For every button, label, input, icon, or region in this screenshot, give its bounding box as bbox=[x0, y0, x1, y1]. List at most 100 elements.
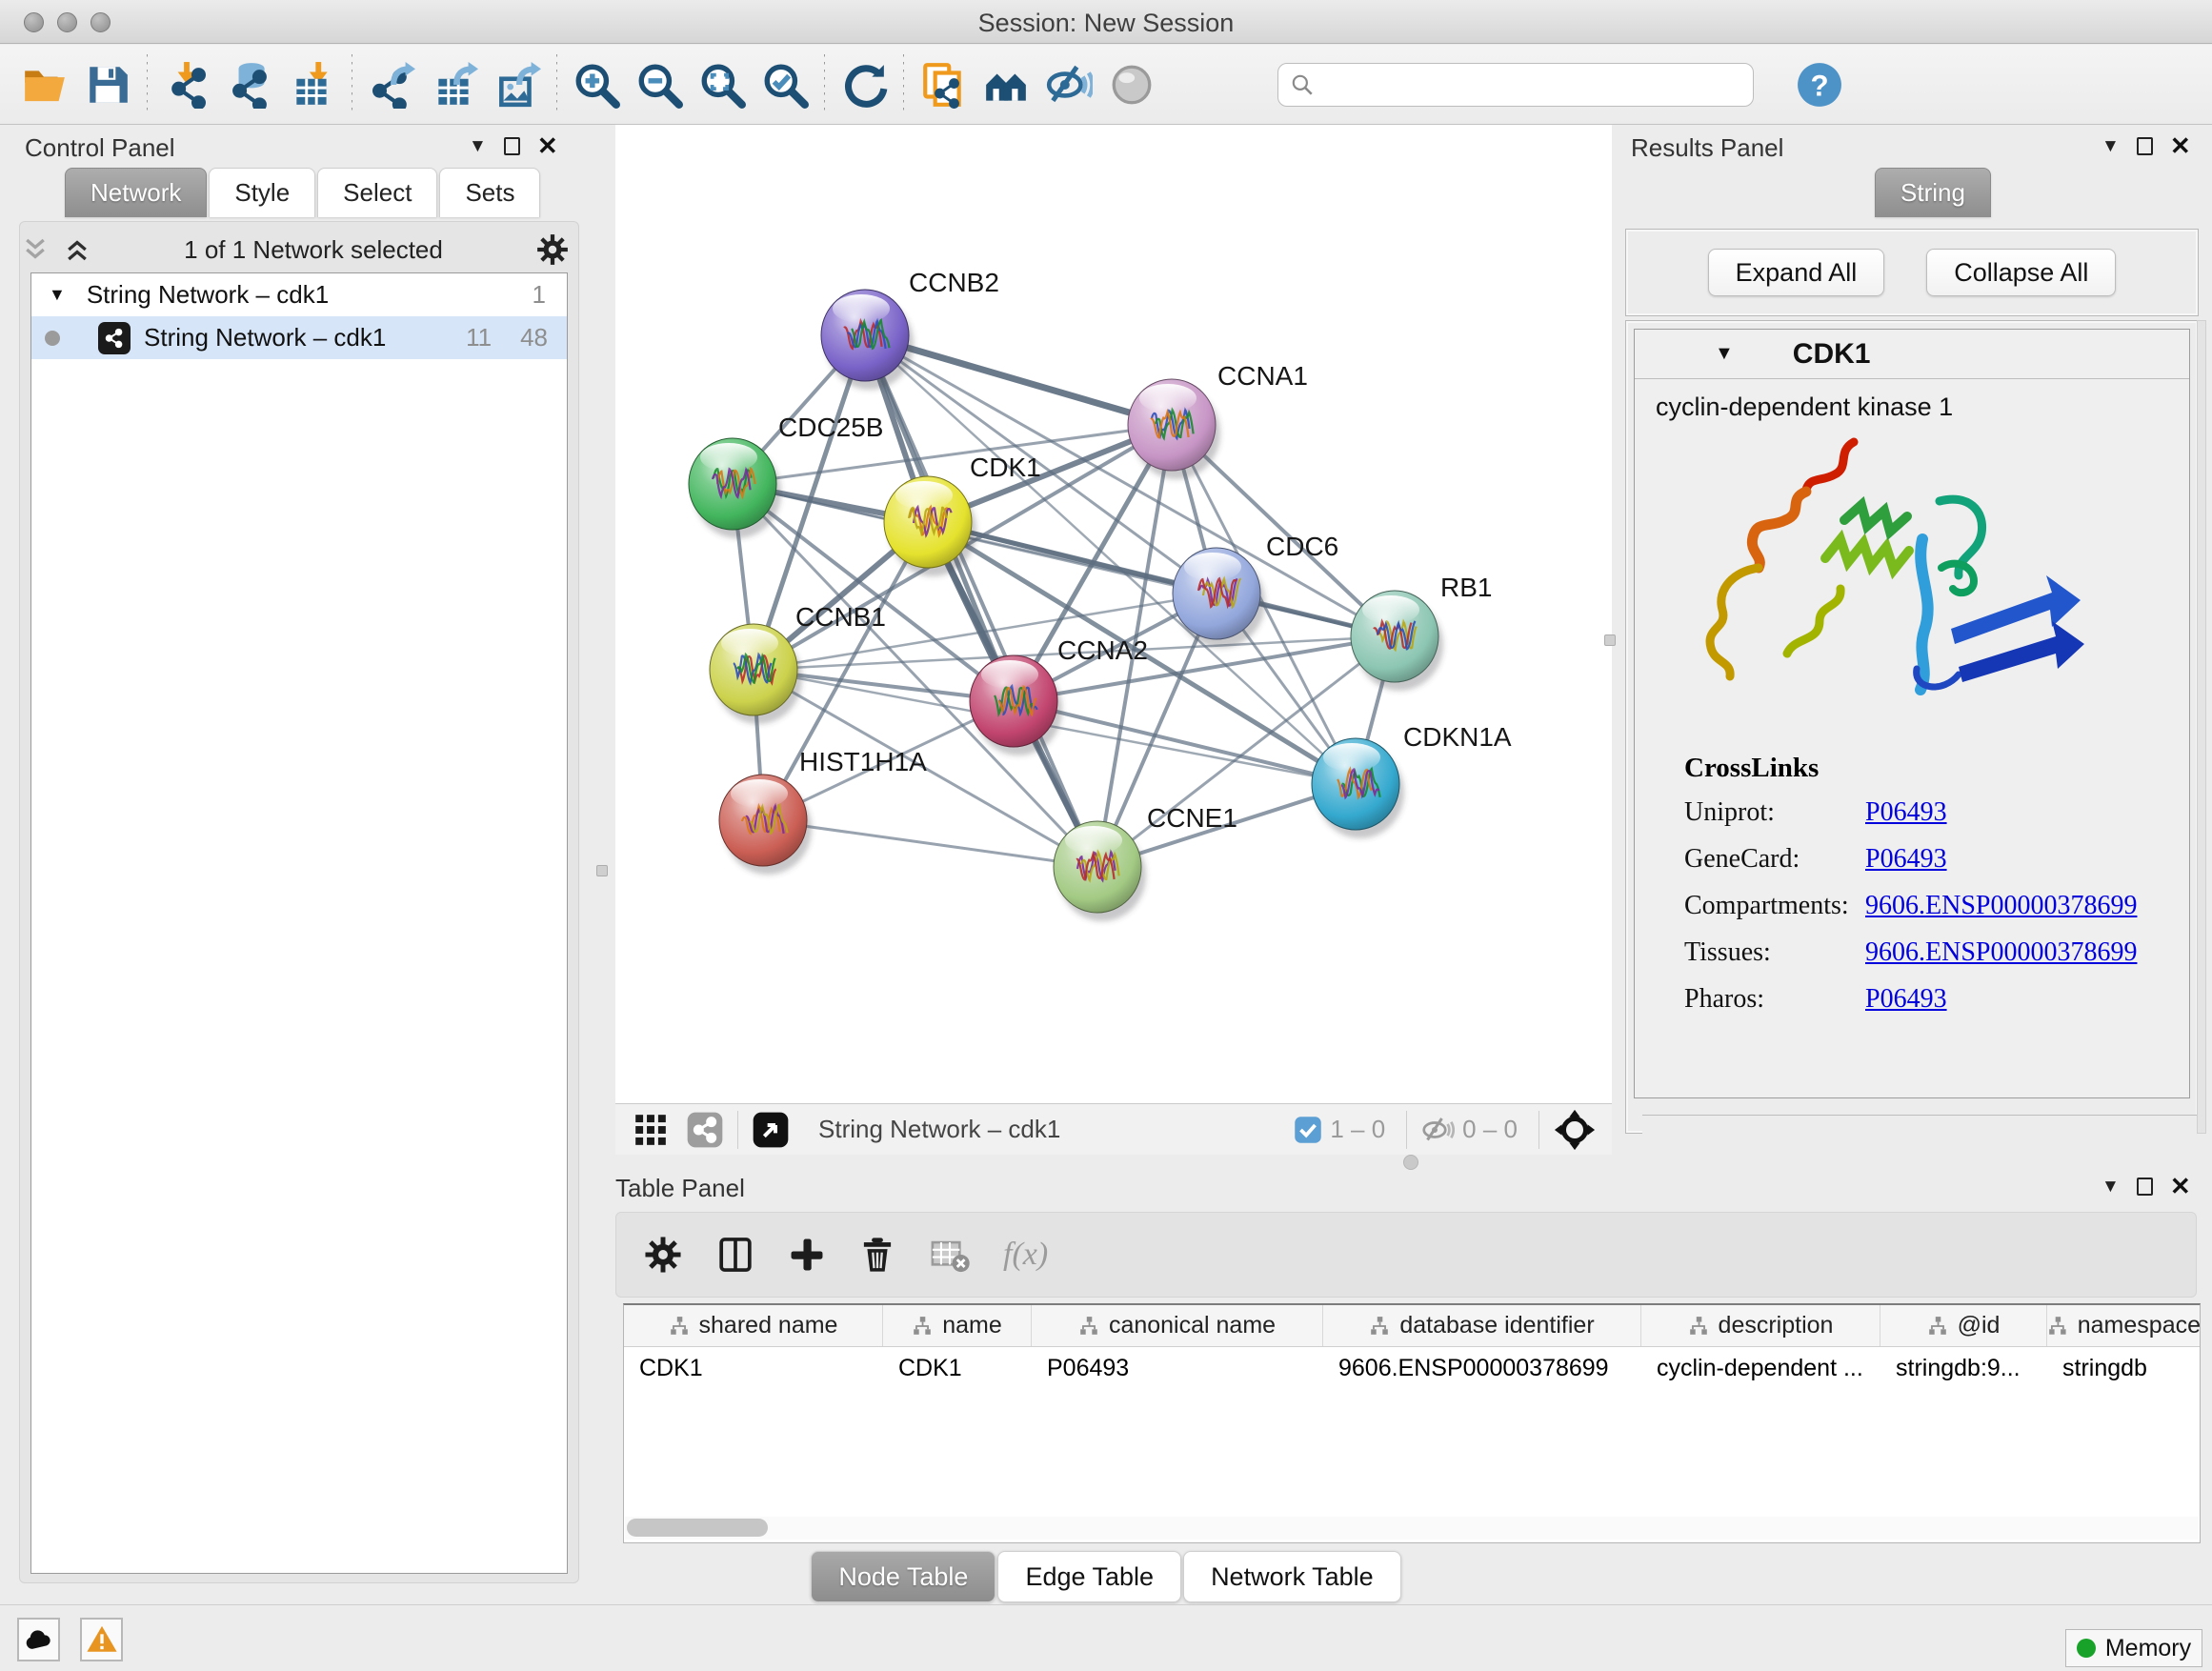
birdseye-view-button[interactable] bbox=[1100, 51, 1163, 118]
results-panel-float-icon[interactable] bbox=[2137, 137, 2153, 155]
collapse-all-chevron-icon[interactable] bbox=[21, 235, 50, 264]
tab-edge-table[interactable]: Edge Table bbox=[997, 1551, 1181, 1602]
selected-checkbox-icon[interactable] bbox=[1294, 1116, 1322, 1144]
tab-network-table[interactable]: Network Table bbox=[1183, 1551, 1401, 1602]
grid-view-icon[interactable] bbox=[633, 1112, 669, 1148]
help-button[interactable]: ? bbox=[1788, 51, 1851, 118]
table-horizontal-scrollbar[interactable] bbox=[625, 1517, 2199, 1540]
crosslink-link[interactable]: 9606.ENSP00000378699 bbox=[1865, 937, 2137, 968]
collapse-all-button[interactable]: Collapse All bbox=[1926, 249, 2116, 296]
scrollbar-thumb[interactable] bbox=[627, 1519, 768, 1537]
column-header-description[interactable]: description bbox=[1641, 1305, 1880, 1346]
string-home-icon bbox=[982, 61, 1030, 109]
column-header-canonicalname[interactable]: canonical name bbox=[1032, 1305, 1323, 1346]
tab-style[interactable]: Style bbox=[209, 168, 315, 217]
column-header-name[interactable]: name bbox=[883, 1305, 1032, 1346]
show-columns-button[interactable] bbox=[715, 1235, 755, 1275]
network-canvas[interactable]: CCNB2CCNA1CDC25BCDK1CDC6RB1CCNB1CCNA2CDK… bbox=[615, 125, 1612, 1103]
table-row[interactable]: CDK1CDK1P064939606.ENSP00000378699cyclin… bbox=[624, 1347, 2200, 1389]
memory-button[interactable]: Memory bbox=[2065, 1629, 2202, 1667]
column-header-id[interactable]: @id bbox=[1880, 1305, 2047, 1346]
gene-section: ▼ CDK1 cyclin-dependent kinase 1 CrossLi… bbox=[1634, 329, 2190, 1098]
search-box[interactable] bbox=[1277, 63, 1754, 107]
tab-select[interactable]: Select bbox=[317, 168, 437, 217]
refresh-button[interactable] bbox=[833, 51, 895, 118]
import-table-button[interactable] bbox=[281, 51, 344, 118]
column-type-icon bbox=[1688, 1316, 1709, 1337]
clone-network-button[interactable] bbox=[912, 51, 975, 118]
trash-icon bbox=[858, 1236, 896, 1274]
table-panel-collapse-icon[interactable]: ▼ bbox=[2101, 1177, 2120, 1198]
export-network-button[interactable] bbox=[360, 51, 423, 118]
toolbar-separator bbox=[903, 54, 904, 115]
tab-node-table[interactable]: Node Table bbox=[811, 1551, 995, 1602]
search-input[interactable] bbox=[1324, 71, 1741, 98]
right-splitter-grip[interactable] bbox=[1604, 634, 1616, 646]
zoom-out-button[interactable] bbox=[628, 51, 691, 118]
gene-expander-icon[interactable]: ▼ bbox=[1715, 343, 1734, 365]
network-collection-row[interactable]: ▼ String Network – cdk1 1 bbox=[31, 273, 567, 316]
table-toolbar: f(x) bbox=[615, 1212, 2197, 1298]
table-cell: CDK1 bbox=[883, 1347, 1032, 1389]
network-thumbnail-icon[interactable] bbox=[686, 1111, 724, 1149]
save-session-button[interactable] bbox=[76, 51, 139, 118]
table-panel-close-icon[interactable]: ✕ bbox=[2170, 1172, 2191, 1201]
hide-graphics-details-button[interactable] bbox=[1037, 51, 1100, 118]
zoom-fit-button[interactable] bbox=[691, 51, 754, 118]
column-header-sharedname[interactable]: shared name bbox=[624, 1305, 883, 1346]
gear-icon[interactable] bbox=[535, 232, 570, 267]
import-network-file-button[interactable] bbox=[155, 51, 218, 118]
crosslink-link[interactable]: 9606.ENSP00000378699 bbox=[1865, 891, 2137, 921]
network-row-selected[interactable]: String Network – cdk1 11 48 bbox=[31, 316, 567, 359]
import-network-database-button[interactable] bbox=[218, 51, 281, 118]
gene-description: cyclin-dependent kinase 1 bbox=[1635, 379, 2189, 428]
table-settings-button[interactable] bbox=[643, 1235, 683, 1275]
splitter-knob[interactable] bbox=[1403, 1155, 1418, 1170]
node-table[interactable]: shared namenamecanonical namedatabase id… bbox=[623, 1303, 2201, 1543]
crosslink-link[interactable]: P06493 bbox=[1865, 797, 1947, 828]
expand-all-button[interactable]: Expand All bbox=[1708, 249, 1885, 296]
cloud-status-button[interactable] bbox=[17, 1618, 60, 1661]
current-network-dot-icon bbox=[45, 331, 60, 346]
gene-section-header[interactable]: ▼ CDK1 bbox=[1635, 330, 2189, 379]
export-table-button[interactable] bbox=[423, 51, 486, 118]
results-panel-collapse-icon[interactable]: ▼ bbox=[2101, 136, 2120, 157]
title-bar: Session: New Session bbox=[0, 0, 2212, 44]
hidden-node-edge-counts: 0 – 0 bbox=[1462, 1115, 1518, 1144]
selected-node-edge-counts: 1 – 0 bbox=[1330, 1115, 1385, 1144]
table-cell: cyclin-dependent ... bbox=[1641, 1347, 1880, 1389]
zoom-selected-button[interactable] bbox=[754, 51, 816, 118]
toolbar-separator bbox=[824, 54, 825, 115]
warning-status-button[interactable] bbox=[80, 1618, 123, 1661]
tab-network[interactable]: Network bbox=[65, 168, 207, 217]
results-vertical-scrollbar[interactable] bbox=[2197, 320, 2206, 1134]
results-panel-close-icon[interactable]: ✕ bbox=[2170, 131, 2191, 161]
control-panel-float-icon[interactable] bbox=[504, 137, 520, 155]
column-header-namespace[interactable]: namespace bbox=[2047, 1305, 2201, 1346]
string-home-button[interactable] bbox=[975, 51, 1037, 118]
crosslink-link[interactable]: P06493 bbox=[1865, 844, 1947, 875]
open-session-button[interactable] bbox=[13, 51, 76, 118]
crosslink-label: GeneCard: bbox=[1684, 844, 1865, 875]
zoom-in-button[interactable] bbox=[565, 51, 628, 118]
crosslink-link[interactable]: P06493 bbox=[1865, 984, 1947, 1015]
export-image-button[interactable] bbox=[486, 51, 549, 118]
tree-expander-icon[interactable]: ▼ bbox=[49, 285, 66, 305]
create-column-button[interactable] bbox=[788, 1236, 826, 1274]
table-panel-float-icon[interactable] bbox=[2137, 1178, 2153, 1196]
control-panel-collapse-icon[interactable]: ▼ bbox=[469, 136, 487, 157]
node-CDK1 bbox=[884, 476, 976, 576]
birdseye-toggle-icon[interactable] bbox=[752, 1111, 790, 1149]
column-header-databaseidentifier[interactable]: database identifier bbox=[1323, 1305, 1641, 1346]
left-splitter-grip[interactable] bbox=[596, 865, 608, 876]
crosslink-label: Tissues: bbox=[1684, 937, 1865, 968]
expand-all-chevron-icon[interactable] bbox=[63, 235, 91, 264]
fit-content-crosshair-icon[interactable] bbox=[1553, 1108, 1597, 1152]
control-panel-close-icon[interactable]: ✕ bbox=[537, 131, 558, 161]
toolbar-separator bbox=[556, 54, 557, 115]
fx-icon: f(x) bbox=[1003, 1237, 1048, 1273]
tab-string[interactable]: String bbox=[1875, 168, 1991, 217]
network-view-toolbar: String Network – cdk1 1 – 0 0 – 0 bbox=[615, 1103, 1612, 1155]
tab-sets[interactable]: Sets bbox=[439, 168, 540, 217]
delete-column-button[interactable] bbox=[858, 1236, 896, 1274]
